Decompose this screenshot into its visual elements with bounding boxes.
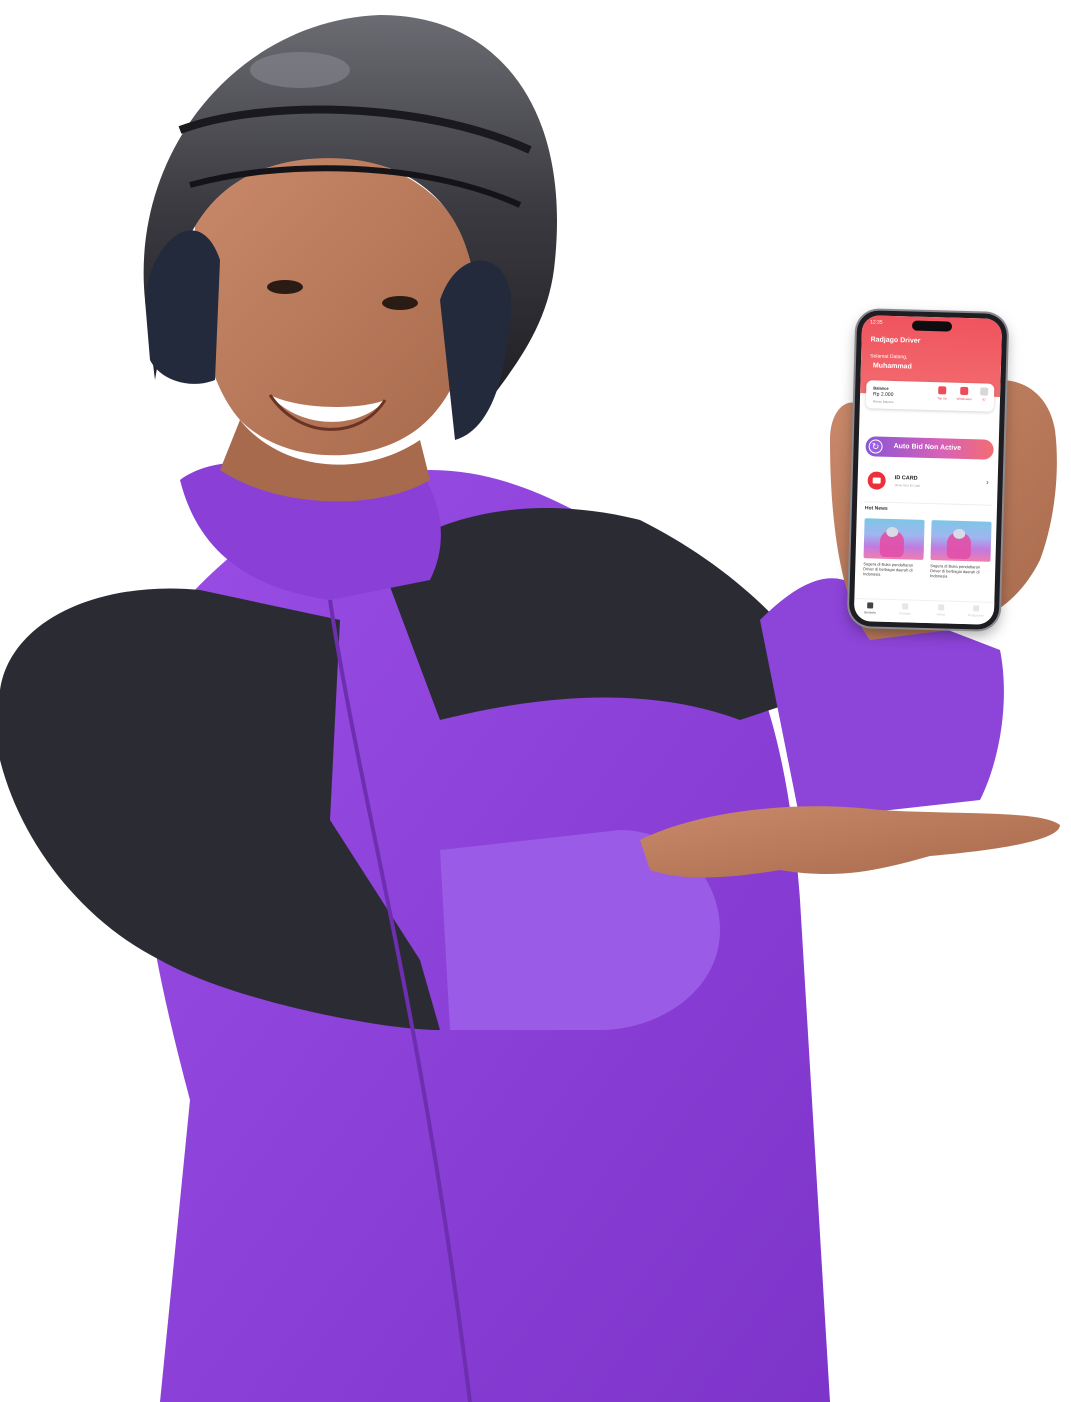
wallet-icon [938,386,947,395]
news-card[interactable]: Segera di Buka pendaftaran Driver di ber… [863,518,925,578]
news-caption: Segera di Buka pendaftaran Driver di ber… [863,561,914,577]
nav-item-notice[interactable]: Notice [926,604,956,617]
withdrawal-label: Withdrawal [956,396,972,402]
smartphone: 12:35 Radjago Driver Selamat Datang, Muh… [848,309,1008,631]
driver-photo [0,15,1060,1402]
nav-label: Pengaturan [968,613,984,618]
bottom-nav: Beranda Pesanan Notice Pengaturan [853,597,995,625]
id-icon [980,387,989,396]
bell-icon [938,604,945,611]
greeting-text: Selamat Datang, [870,353,908,361]
auto-bid-toggle[interactable]: ↻ Auto Bid Non Active [865,436,994,460]
news-image [930,520,992,562]
nav-item-beranda[interactable]: Beranda [855,602,885,615]
id-label: ID [982,397,986,402]
phone-screen: 12:35 Radjago Driver Selamat Datang, Muh… [853,315,1003,625]
news-image [863,518,925,560]
news-caption: Segera di Buka pendaftaran Driver di ber… [929,563,981,579]
balance-card: Balance Rp 2.000 Money Balance Top Up Wi… [865,380,995,412]
withdraw-icon [960,386,969,396]
orders-icon [902,603,909,610]
nav-label: Pesanan [899,611,911,616]
chevron-right-icon: › [985,477,989,487]
nav-item-pengaturan[interactable]: Pengaturan [961,605,991,618]
id-card-icon [867,471,886,490]
app-title: Radjago Driver [870,336,921,345]
id-button[interactable]: ID [974,387,994,402]
nav-label: Beranda [864,610,876,615]
auto-bid-label: Auto Bid Non Active [893,443,962,452]
nav-label: Notice [936,612,946,617]
balance-sub: Money Balance [872,399,894,405]
dynamic-island [911,320,953,332]
face [195,148,473,502]
profile-icon [973,605,980,612]
balance-amount: Rp 2.000 [873,391,894,399]
nav-item-pesanan[interactable]: Pesanan [890,603,920,616]
top-up-label: Top Up [937,396,947,401]
status-time: 12:35 [870,319,883,326]
news-card[interactable]: Segera di Buka pendaftaran Driver di ber… [930,520,992,580]
withdrawal-button[interactable]: Withdrawal [954,386,974,402]
balance-label: Balance [873,385,889,391]
driver-name: Muhammad [872,362,912,371]
hot-news-title: Hot News [864,505,888,512]
id-card-subtitle: Show Your ID Card [894,483,921,488]
id-card-row[interactable]: ID CARD Show Your ID Card › [864,467,993,499]
top-up-button[interactable]: Top Up [932,386,952,401]
refresh-icon: ↻ [868,439,883,454]
id-card-title: ID CARD [894,475,918,482]
home-icon [867,602,874,609]
